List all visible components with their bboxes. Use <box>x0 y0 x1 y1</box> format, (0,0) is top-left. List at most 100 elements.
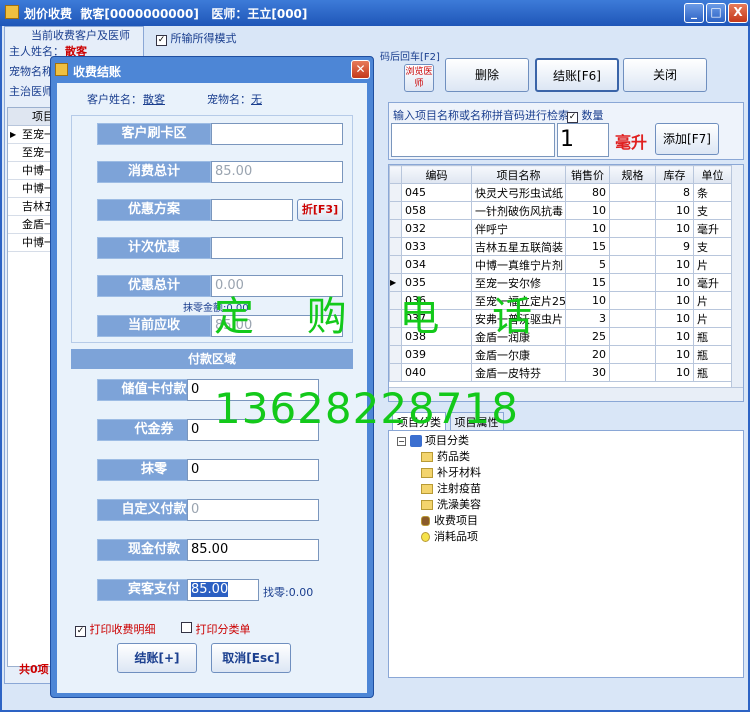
tree-item[interactable]: 收费项目 <box>421 513 481 529</box>
table-cell-name: 快灵犬弓形虫试纸 <box>471 183 566 202</box>
paid-input[interactable]: 85.00 <box>187 579 259 601</box>
table-cell-code: 058 <box>401 201 472 220</box>
table-cell-unit: 毫升 <box>693 273 732 292</box>
dialog-close-button[interactable]: ✕ <box>351 60 370 79</box>
table-cell-name: 金盾一尔康 <box>471 345 566 364</box>
tree-root[interactable]: − 项目分类 <box>397 433 469 449</box>
table-row[interactable]: 058 一针剂破伤风抗毒 10 10 支 <box>389 201 732 220</box>
qty-option[interactable]: ✓ 数量 <box>567 107 604 123</box>
vet-label: 主治医师 <box>9 85 53 98</box>
tree-children: 药品类 补牙材料注射疫苗 洗澡美容 收费项目消耗品项 <box>421 449 481 545</box>
tree-item[interactable]: 药品类 <box>421 449 481 465</box>
print-detail-option[interactable]: ✓ 打印收费明细 <box>75 621 156 637</box>
customer-name-value: 散客 <box>143 93 165 106</box>
item-count: 共0项 <box>19 663 49 676</box>
discount-button[interactable]: 折[F3] <box>297 199 343 221</box>
row-pointer-icon: ▶ <box>10 130 17 139</box>
tree-item[interactable]: 补牙材料 <box>421 465 481 481</box>
product-grid[interactable]: 编码 项目名称 销售价 规格 库存 单位 045 快灵犬弓形虫试纸 80 8 条 058 一针剂破伤风… <box>388 164 744 402</box>
close-window-button[interactable]: X <box>728 3 748 23</box>
table-cell-unit: 瓶 <box>693 345 732 364</box>
tree-item-label: 补牙材料 <box>437 466 481 479</box>
window-title: 划价收费 散客[0000000000] 医师：王立[000] <box>24 7 308 21</box>
discount-plan-input[interactable] <box>211 199 293 221</box>
card-input[interactable] <box>211 123 343 145</box>
mode-option[interactable]: ✓ 所输所得模式 <box>156 30 237 46</box>
dialog-ok-button[interactable]: 结账[+] <box>117 643 197 673</box>
folder-icon <box>421 468 433 478</box>
table-row[interactable]: 039 金盾一尔康 20 10 瓶 <box>389 345 732 364</box>
table-cell-name: 一针剂破伤风抗毒 <box>471 201 566 220</box>
customer-name-label: 客户姓名： <box>87 93 142 106</box>
payment-section-header: 付款区域 <box>71 349 353 369</box>
table-cell-price: 10 <box>565 219 610 238</box>
due-label: 当前应收 <box>97 315 211 337</box>
table-cell-spec <box>609 183 656 202</box>
close-button[interactable]: 关闭 <box>623 58 707 92</box>
total-value: 85.00 <box>211 161 343 183</box>
dialog-cancel-button[interactable]: 取消[Esc] <box>211 643 291 673</box>
round-input[interactable]: 0 <box>187 459 319 481</box>
collapse-icon[interactable]: − <box>397 436 406 446</box>
minimize-button[interactable]: _ <box>684 3 704 23</box>
tree-item-label: 消耗品项 <box>434 530 478 543</box>
print-category-option[interactable]: 打印分类单 <box>181 621 251 637</box>
table-cell-spec <box>609 327 656 346</box>
grid-column-header[interactable]: 销售价 <box>565 165 610 184</box>
maximize-button[interactable]: □ <box>706 3 726 23</box>
view-vet-button[interactable]: 浏览医师 <box>404 64 434 92</box>
search-input[interactable] <box>391 123 555 157</box>
mode-checkbox[interactable]: ✓ <box>156 35 167 46</box>
cash-input[interactable]: 85.00 <box>187 539 319 561</box>
row-indicator <box>389 363 402 382</box>
table-cell-stock: 10 <box>655 327 694 346</box>
table-cell-unit: 片 <box>693 291 732 310</box>
table-row[interactable]: 034 中博一真维宁片剂 5 10 片 <box>389 255 732 274</box>
table-cell-stock: 10 <box>655 201 694 220</box>
table-row[interactable]: 040 金盾一皮特芬 30 10 瓶 <box>389 363 732 382</box>
table-row[interactable]: 045 快灵犬弓形虫试纸 80 8 条 <box>389 183 732 202</box>
total-label: 消费总计 <box>97 161 211 183</box>
grid-column-header[interactable]: 单位 <box>693 165 732 184</box>
grid-column-header[interactable]: 规格 <box>609 165 656 184</box>
table-cell-stock: 8 <box>655 183 694 202</box>
pet-name-label: 宠物名称 <box>9 65 53 78</box>
table-cell-price: 10 <box>565 201 610 220</box>
qty-input[interactable]: 1 <box>557 123 609 157</box>
grid-column-header[interactable]: 库存 <box>655 165 694 184</box>
checkout-button[interactable]: 结账[F6] <box>535 58 619 92</box>
tree-item[interactable]: 注射疫苗 <box>421 481 481 497</box>
table-cell-spec <box>609 345 656 364</box>
grid-column-header[interactable]: 编码 <box>401 165 472 184</box>
table-cell-code: 034 <box>401 255 472 274</box>
dialog-titlebar: 收费结账 ✕ <box>51 57 373 83</box>
tree-item[interactable]: 洗澡美容 <box>421 497 481 513</box>
grid-column-header[interactable]: 项目名称 <box>471 165 566 184</box>
paid-value: 85.00 <box>191 582 229 597</box>
print-category-checkbox[interactable] <box>181 622 192 633</box>
folder-icon <box>421 484 433 494</box>
pet-name-label: 宠物名： <box>207 93 251 106</box>
table-cell-unit: 瓶 <box>693 327 732 346</box>
count-discount-input[interactable] <box>211 237 343 259</box>
category-tree[interactable]: − 项目分类 药品类 补牙材料注射疫苗 洗澡美容 收费项目消耗品项 <box>388 430 744 678</box>
qty-checkbox[interactable]: ✓ <box>567 112 578 123</box>
add-button[interactable]: 添加[F7] <box>655 123 719 155</box>
tree-item-label: 收费项目 <box>434 514 478 527</box>
table-row[interactable]: 032 伴呼宁 10 10 毫升 <box>389 219 732 238</box>
print-detail-checkbox[interactable]: ✓ <box>75 626 86 637</box>
custom-payment-input[interactable]: 0 <box>187 499 319 521</box>
tree-item[interactable]: 消耗品项 <box>421 529 481 545</box>
row-indicator <box>389 345 402 364</box>
mode-label: 所输所得模式 <box>170 32 237 45</box>
row-indicator <box>389 183 402 202</box>
row-indicator <box>389 219 402 238</box>
folder-icon <box>421 500 433 510</box>
qty-label: 数量 <box>581 109 604 122</box>
count-discount-label: 计次优惠 <box>97 237 211 259</box>
table-row[interactable]: 033 吉林五星五联简装 15 9 支 <box>389 237 732 256</box>
delete-button[interactable]: 删除 <box>445 58 529 92</box>
category-root-icon <box>409 435 422 447</box>
grid-vertical-scrollbar[interactable] <box>731 165 743 387</box>
jar-icon <box>421 516 430 526</box>
